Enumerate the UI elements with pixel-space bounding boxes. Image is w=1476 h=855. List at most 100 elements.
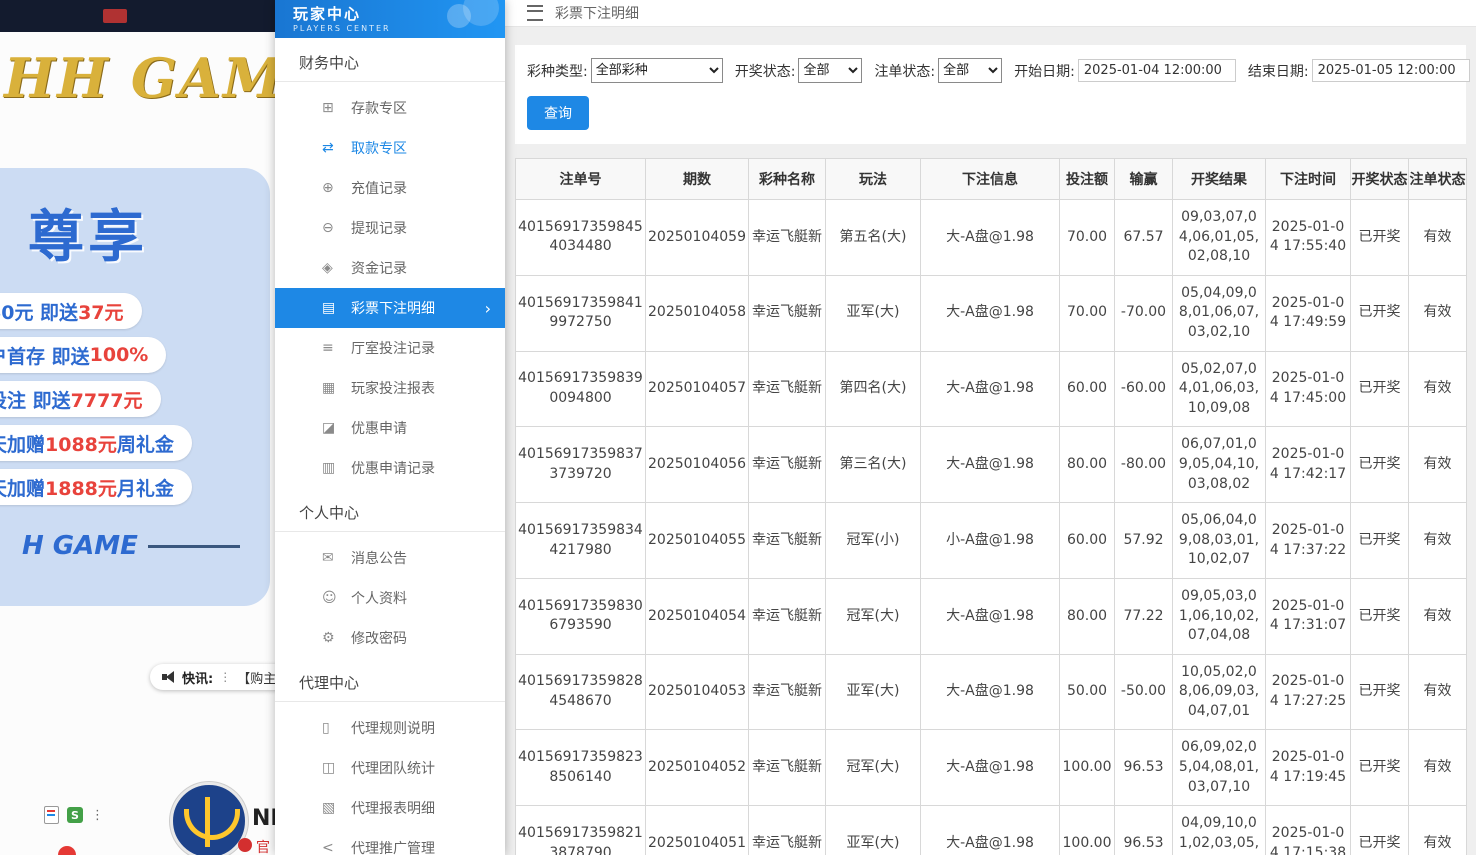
more-dots-icon[interactable]: ⋮: [91, 808, 104, 823]
sidebar-item[interactable]: 厅室投注记录 ›: [275, 328, 505, 368]
bet-no-cell: 401569173598454034480: [516, 200, 646, 276]
column-header: 彩种名称: [749, 159, 826, 200]
period-cell: 20250104054: [646, 578, 749, 654]
draw-status-select[interactable]: 全部: [798, 58, 862, 83]
sidebar-item[interactable]: 代理规则说明 ›: [275, 708, 505, 748]
sidebar-item[interactable]: 代理报表明细 ›: [275, 788, 505, 828]
footer-line-decoration: [148, 545, 240, 548]
sidebar-item[interactable]: 优惠申请 ›: [275, 408, 505, 448]
bet-time-cell: 2025-01-04 17:49:59: [1266, 275, 1351, 351]
news-ticker[interactable]: 快讯: ⋮ 【购主: [150, 664, 275, 690]
speaker-icon: [162, 671, 176, 683]
draw-status-cell: 已开奖: [1351, 806, 1409, 855]
bet-time-cell: 2025-01-04 17:45:00: [1266, 351, 1351, 427]
order-status-cell: 有效: [1409, 578, 1467, 654]
query-button[interactable]: 查询: [527, 96, 589, 130]
pill-highlight: 7777元: [71, 386, 143, 413]
sidebar-item[interactable]: 代理团队统计 ›: [275, 748, 505, 788]
team-name: NE: [252, 806, 275, 831]
end-date-input[interactable]: [1312, 59, 1470, 82]
draw-status-filter: 开奖状态: 全部: [735, 58, 863, 83]
sidebar-item[interactable]: 个人资料 ›: [275, 578, 505, 618]
sidebar-item[interactable]: 取款专区 ›: [275, 128, 505, 168]
result-cell: 04,09,10,01,02,03,05,07,06,08: [1173, 806, 1266, 855]
table-body: 401569173598454034480 20250104059 幸运飞艇新 …: [516, 200, 1467, 855]
amount-cell: 100.00: [1060, 806, 1115, 855]
sidebar-item[interactable]: 存款专区 ›: [275, 88, 505, 128]
sidebar-item[interactable]: 充值记录 ›: [275, 168, 505, 208]
draw-status-cell: 已开奖: [1351, 275, 1409, 351]
sidebar-item[interactable]: 修改密码 ›: [275, 618, 505, 658]
sidebar-item-label: 厅室投注记录: [351, 338, 435, 358]
table-row: 401569173598284548670 20250104053 幸运飞艇新 …: [516, 654, 1467, 730]
play-cell: 第三名(大): [826, 427, 921, 503]
period-cell: 20250104051: [646, 806, 749, 855]
background-page: HH GAME 尊享 60元 即送37元 户首存 即送100% 投注 即送777…: [0, 0, 275, 855]
period-cell: 20250104055: [646, 503, 749, 579]
period-cell: 20250104056: [646, 427, 749, 503]
order-status-cell: 有效: [1409, 351, 1467, 427]
team-logo-icon: [170, 782, 248, 855]
winloss-cell: 96.53: [1115, 730, 1173, 806]
promo-pill: 60元 即送37元: [0, 293, 142, 329]
sidebar-item-icon: [322, 408, 335, 448]
red-badge-icon: [238, 838, 252, 852]
floating-red-button[interactable]: [58, 846, 76, 855]
result-cell: 06,07,01,09,05,04,10,03,08,02: [1173, 427, 1266, 503]
lottery-type-select[interactable]: 全部彩种: [591, 58, 723, 83]
lottery-name-cell: 幸运飞艇新: [749, 654, 826, 730]
sidebar-item-icon: [322, 618, 335, 658]
lottery-name-cell: 幸运飞艇新: [749, 503, 826, 579]
play-cell: 冠军(大): [826, 578, 921, 654]
lottery-name-cell: 幸运飞艇新: [749, 200, 826, 276]
pill-text: 户首存 即送: [0, 342, 90, 369]
sidebar-item[interactable]: 资金记录 ›: [275, 248, 505, 288]
pill-text: 天加赠: [0, 430, 45, 457]
order-status-cell: 有效: [1409, 427, 1467, 503]
sidebar-item-label: 充值记录: [351, 178, 407, 198]
result-cell: 05,02,07,04,01,06,03,10,09,08: [1173, 351, 1266, 427]
play-cell: 亚军(大): [826, 275, 921, 351]
filter-row: 彩种类型: 全部彩种 开奖状态: 全部 注单状态: 全部: [527, 58, 1454, 83]
pill-highlight: 1088元: [45, 430, 117, 457]
play-cell: 第四名(大): [826, 351, 921, 427]
bets-table: 注单号期数彩种名称玩法下注信息投注额输赢开奖结果下注时间开奖状态注单状态 401…: [515, 158, 1467, 855]
order-status-select[interactable]: 全部: [938, 58, 1002, 83]
hamburger-menu-icon[interactable]: [527, 5, 543, 21]
winloss-cell: 57.92: [1115, 503, 1173, 579]
s-extension-icon[interactable]: S: [67, 807, 83, 823]
bet-info-cell: 大-A盘@1.98: [921, 275, 1060, 351]
sidebar-title: 玩家中心: [293, 3, 505, 24]
promo-footer-logo: H GAME: [22, 531, 270, 561]
sidebar-item[interactable]: 彩票下注明细 ›: [275, 288, 505, 328]
order-status-cell: 有效: [1409, 730, 1467, 806]
table-row: 401569173598454034480 20250104059 幸运飞艇新 …: [516, 200, 1467, 276]
lottery-type-label: 彩种类型:: [527, 61, 588, 81]
sidebar-item[interactable]: 消息公告 ›: [275, 538, 505, 578]
section-title-agent: 代理中心: [275, 658, 505, 702]
promo-pill: 户首存 即送100%: [0, 337, 166, 373]
promo-pill-list: 60元 即送37元 户首存 即送100% 投注 即送7777元 天加赠1088元…: [0, 293, 270, 505]
winloss-cell: -60.00: [1115, 351, 1173, 427]
sidebar-item[interactable]: 提现记录 ›: [275, 208, 505, 248]
order-status-filter: 注单状态: 全部: [874, 58, 1002, 83]
lottery-name-cell: 幸运飞艇新: [749, 806, 826, 855]
table-row: 401569173598306793590 20250104054 幸运飞艇新 …: [516, 578, 1467, 654]
start-date-input[interactable]: [1078, 59, 1236, 82]
navbar-red-badge: [103, 9, 127, 23]
sidebar-section-finance: 财务中心 存款专区 › 取款专区 ›: [275, 38, 505, 488]
site-top-navbar: [0, 0, 275, 32]
draw-status-cell: 已开奖: [1351, 578, 1409, 654]
main-content: 彩票下注明细 彩种类型: 全部彩种 开奖状态: 全部 注单状态:: [505, 0, 1476, 855]
sidebar-item-icon: [322, 448, 335, 488]
bet-time-cell: 2025-01-04 17:19:45: [1266, 730, 1351, 806]
bet-info-cell: 大-A盘@1.98: [921, 730, 1060, 806]
table-row: 401569173598213878790 20250104051 幸运飞艇新 …: [516, 806, 1467, 855]
sidebar-item[interactable]: 优惠申请记录 ›: [275, 448, 505, 488]
sidebar-item[interactable]: 玩家投注报表 ›: [275, 368, 505, 408]
bet-time-cell: 2025-01-04 17:31:07: [1266, 578, 1351, 654]
period-cell: 20250104059: [646, 200, 749, 276]
sidebar-item[interactable]: 代理推广管理 ›: [275, 828, 505, 855]
document-extension-icon[interactable]: [44, 806, 59, 824]
order-status-cell: 有效: [1409, 654, 1467, 730]
